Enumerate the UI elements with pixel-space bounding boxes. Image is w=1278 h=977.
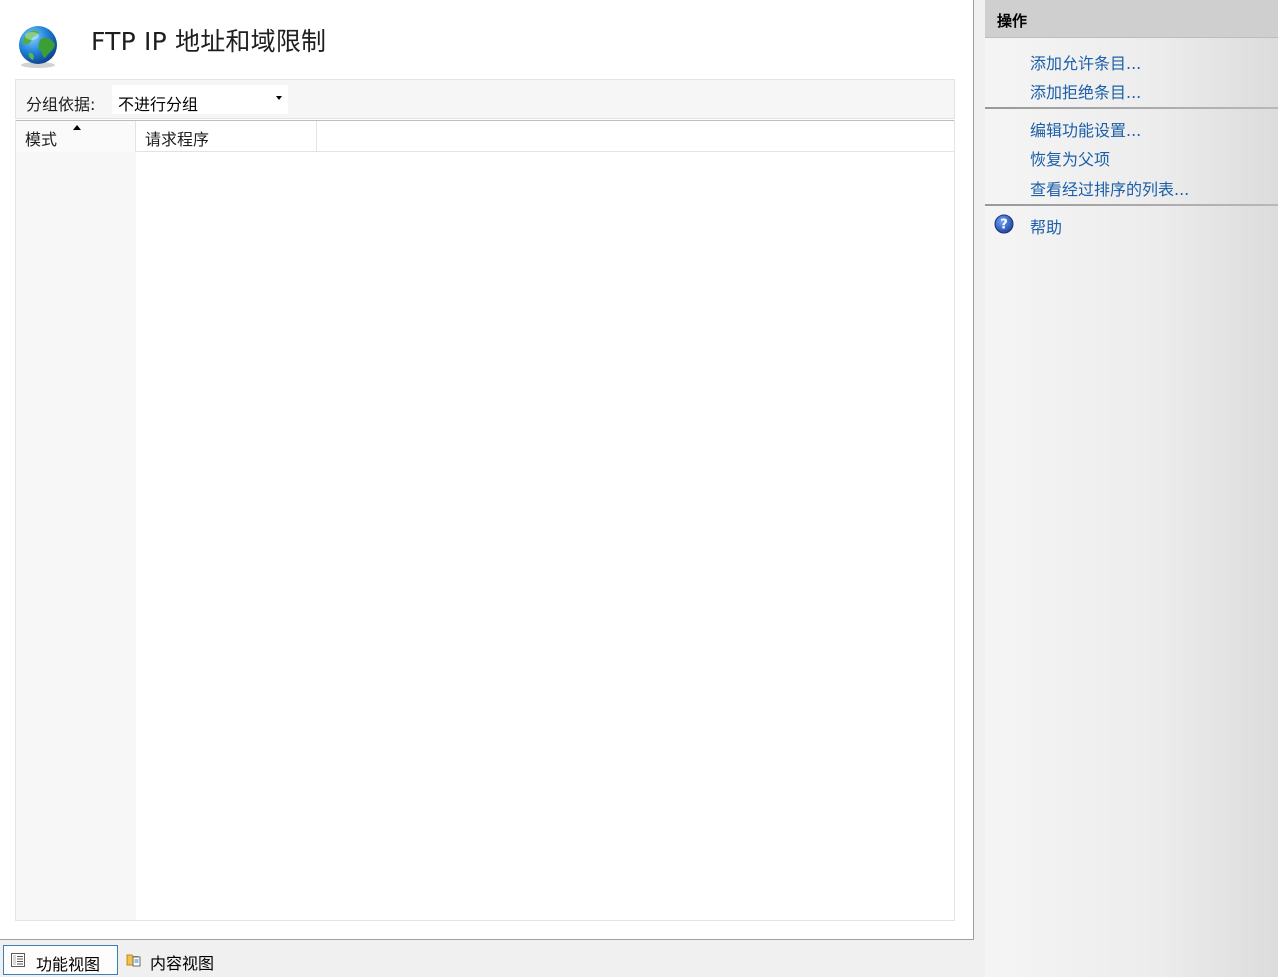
actions-separator xyxy=(985,204,1278,206)
actions-separator xyxy=(985,107,1278,109)
actions-title: 操作 xyxy=(997,12,1028,30)
dropdown-arrow-icon xyxy=(276,96,282,100)
group-by-selected-value: 不进行分组 xyxy=(118,95,199,114)
feature-panel: FTP IP 地址和域限制 分组依据: 不进行分组 模式 请求程序 xyxy=(0,0,974,940)
column-header-requester[interactable]: 请求程序 xyxy=(136,121,317,152)
actions-header: 操作 xyxy=(985,0,1278,38)
group-by-bar: 分组依据: 不进行分组 xyxy=(15,79,955,119)
sort-ascending-icon xyxy=(73,125,81,130)
column-header-mode-label: 模式 xyxy=(25,130,58,149)
globe-icon xyxy=(19,26,57,68)
tab-features-label: 功能视图 xyxy=(36,955,101,974)
page-title: FTP IP 地址和域限制 xyxy=(91,27,327,56)
column-header-mode[interactable]: 模式 xyxy=(16,121,136,152)
tab-features-view[interactable]: 功能视图 xyxy=(3,945,118,975)
actions-pane: 操作 添加允许条目... 添加拒绝条目... 编辑功能设置... 恢复为父项 查… xyxy=(985,0,1278,977)
list-header: 模式 请求程序 xyxy=(16,120,954,152)
tab-content-view[interactable]: 内容视图 xyxy=(120,945,230,975)
tab-content-label: 内容视图 xyxy=(150,954,215,973)
view-sorted-list-link[interactable]: 查看经过排序的列表... xyxy=(1030,176,1189,200)
rules-list-view[interactable]: 模式 请求程序 xyxy=(15,120,955,921)
column-header-requester-label: 请求程序 xyxy=(145,130,210,149)
add-deny-entry-link[interactable]: 添加拒绝条目... xyxy=(1030,79,1141,103)
content-view-icon xyxy=(126,954,141,967)
features-view-icon xyxy=(11,953,25,967)
view-tab-bar: 功能视图 内容视图 xyxy=(0,943,974,977)
group-by-dropdown[interactable]: 不进行分组 xyxy=(112,85,288,114)
sorted-column-background xyxy=(16,152,136,920)
help-icon[interactable]: ? xyxy=(994,214,1014,234)
revert-to-parent-link[interactable]: 恢复为父项 xyxy=(1030,146,1110,170)
add-allow-entry-link[interactable]: 添加允许条目... xyxy=(1030,50,1141,74)
svg-text:?: ? xyxy=(1000,218,1008,233)
help-link[interactable]: 帮助 xyxy=(1030,214,1062,238)
group-by-label: 分组依据: xyxy=(26,95,96,114)
edit-feature-settings-link[interactable]: 编辑功能设置... xyxy=(1030,117,1141,141)
